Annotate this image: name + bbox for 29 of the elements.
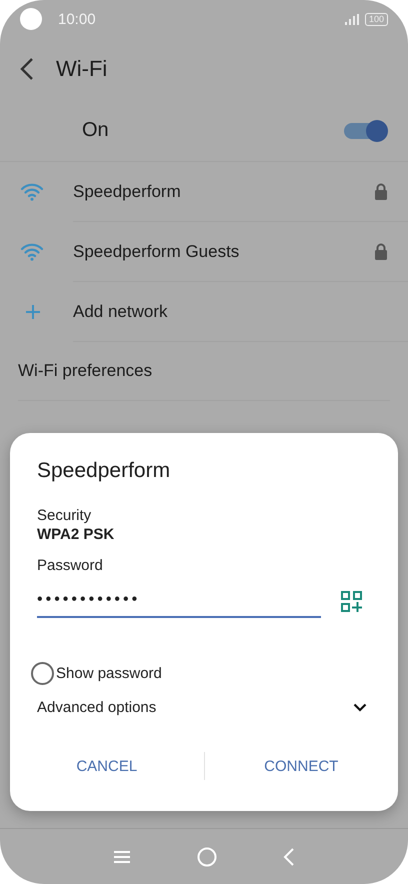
home-icon[interactable] (197, 846, 217, 866)
back-icon[interactable] (20, 57, 34, 81)
wifi-icon (20, 183, 44, 201)
dialog-title: Speedperform (37, 459, 172, 483)
wifi-toggle[interactable] (344, 120, 388, 142)
switch-label: On (82, 119, 110, 142)
signal-icon (344, 14, 359, 24)
connect-button[interactable]: CONNECT (204, 746, 398, 786)
chevron-icon[interactable] (353, 703, 367, 712)
page-title: Wi-Fi (56, 56, 108, 82)
show-password-checkbox[interactable] (31, 662, 54, 685)
security-label: Security (37, 507, 92, 524)
battery-indicator: 100 (364, 12, 388, 26)
plus-icon (25, 304, 41, 320)
status-time: 10:00 (58, 10, 96, 28)
advanced-options-label[interactable]: Advanced options (37, 699, 156, 716)
checkbox-label: Show password (56, 665, 162, 682)
network-name[interactable]: Speedperform Guests (73, 242, 374, 262)
wifi-icon (20, 243, 44, 261)
menu-item[interactable]: Wi-Fi preferences (18, 361, 152, 381)
network-name[interactable]: Speedperform (73, 182, 374, 202)
add-network-link[interactable]: Add network (73, 302, 388, 322)
menu-icon[interactable] (113, 850, 131, 864)
security-value: WPA2 PSK (37, 526, 116, 543)
camera-hole-icon (20, 8, 42, 30)
qr-code-icon[interactable] (341, 590, 362, 612)
cancel-button[interactable]: CANCEL (10, 746, 204, 786)
password-label: Password (37, 557, 104, 574)
password-field[interactable]: •••••••••••• (37, 584, 321, 618)
